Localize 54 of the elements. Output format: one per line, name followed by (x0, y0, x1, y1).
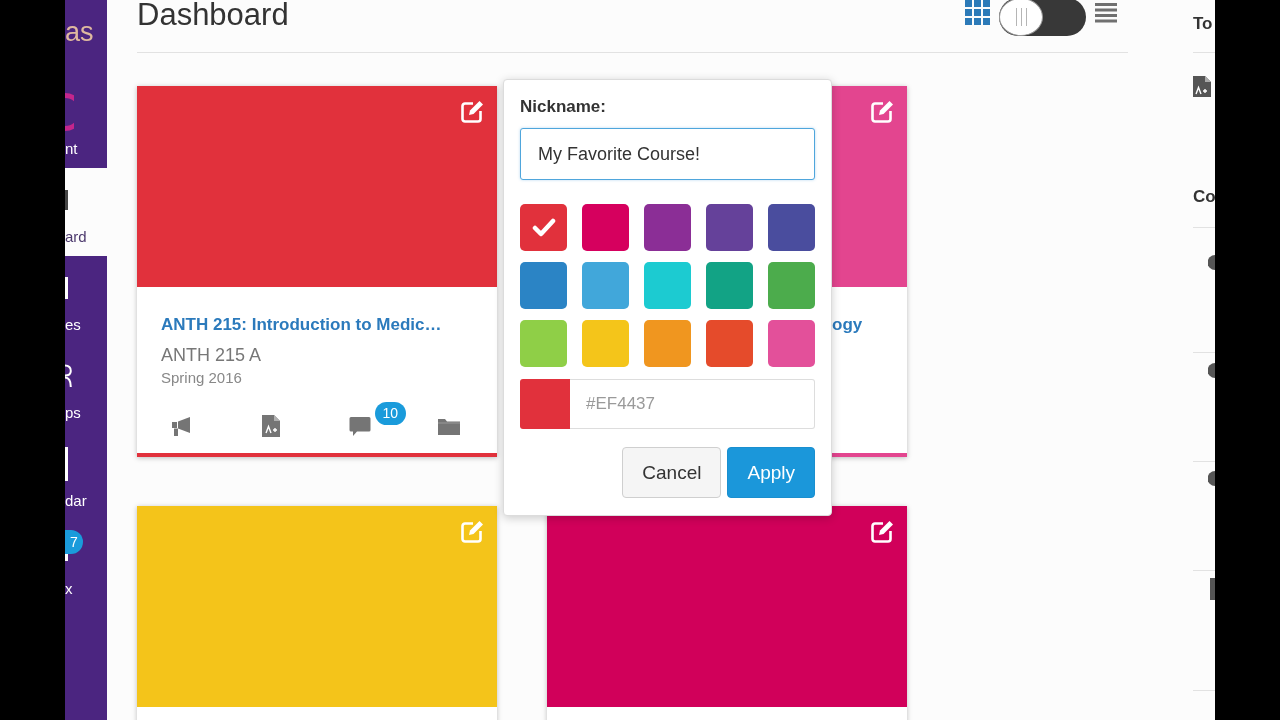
nav-item[interactable]: ps (65, 344, 107, 432)
megaphone-icon[interactable] (170, 415, 193, 437)
course-term: Spring 2016 (161, 369, 242, 387)
logo-text: as (65, 17, 94, 48)
nav-item[interactable]: dar (65, 432, 107, 520)
square-icon (1210, 578, 1215, 600)
arc-icon (65, 93, 74, 131)
bar-icon (65, 190, 68, 210)
color-swatch[interactable] (582, 262, 629, 309)
edit-icon[interactable] (871, 100, 894, 123)
color-swatch[interactable] (768, 320, 815, 367)
bar-icon (65, 277, 68, 299)
color-swatch[interactable] (706, 204, 753, 251)
unread-count-badge: 10 (374, 402, 407, 425)
nav-item[interactable]: nt (65, 80, 107, 168)
sidebar-heading: Co (1193, 187, 1215, 206)
color-swatch[interactable] (706, 262, 753, 309)
nickname-input[interactable]: My Favorite Course! (520, 128, 815, 180)
bar-icon (65, 447, 68, 481)
cancel-button[interactable]: Cancel (622, 447, 722, 498)
color-swatch[interactable] (768, 262, 815, 309)
nav-item[interactable]: es (65, 256, 107, 344)
color-swatch[interactable] (520, 320, 567, 367)
color-swatch[interactable] (706, 320, 753, 367)
document-icon[interactable] (261, 415, 280, 437)
color-swatch[interactable] (520, 262, 567, 309)
color-swatch[interactable] (582, 204, 629, 251)
nav-item[interactable]: 7 x (65, 520, 107, 608)
course-code: ANTH 215 A (161, 345, 262, 366)
hex-color-input[interactable]: #EF4437 (570, 379, 815, 429)
unread-count-badge: 7 (65, 530, 83, 554)
color-swatch[interactable] (644, 320, 691, 367)
sidebar-heading: To (1193, 14, 1213, 33)
course-title-link[interactable]: ogy (832, 315, 863, 335)
grid-view-icon[interactable] (965, 0, 990, 25)
page-title: Dashboard (137, 0, 289, 30)
curve-icon (65, 364, 72, 388)
checkmark-icon (531, 218, 556, 237)
color-swatch[interactable] (768, 204, 815, 251)
document-icon[interactable] (1193, 76, 1211, 97)
view-switch[interactable] (999, 0, 1086, 36)
switch-knob[interactable] (999, 0, 1043, 36)
edit-icon[interactable] (871, 520, 894, 543)
color-swatch[interactable] (644, 204, 691, 251)
course-title-link[interactable]: ANTH 215: Introduction to Medic… (161, 315, 442, 335)
color-swatch[interactable] (520, 204, 567, 251)
edit-icon[interactable] (461, 100, 484, 123)
list-view-icon[interactable] (1095, 3, 1117, 23)
color-swatch[interactable] (644, 262, 691, 309)
nav-item[interactable]: ard (65, 168, 107, 256)
color-swatch[interactable] (582, 320, 629, 367)
chat-bubble-icon[interactable] (348, 415, 371, 437)
nickname-label: Nickname: (520, 97, 607, 117)
course-card[interactable]: ANTH 215: Introduction to Medic… ANTH 215 A Spring 2016 10 (137, 86, 497, 457)
